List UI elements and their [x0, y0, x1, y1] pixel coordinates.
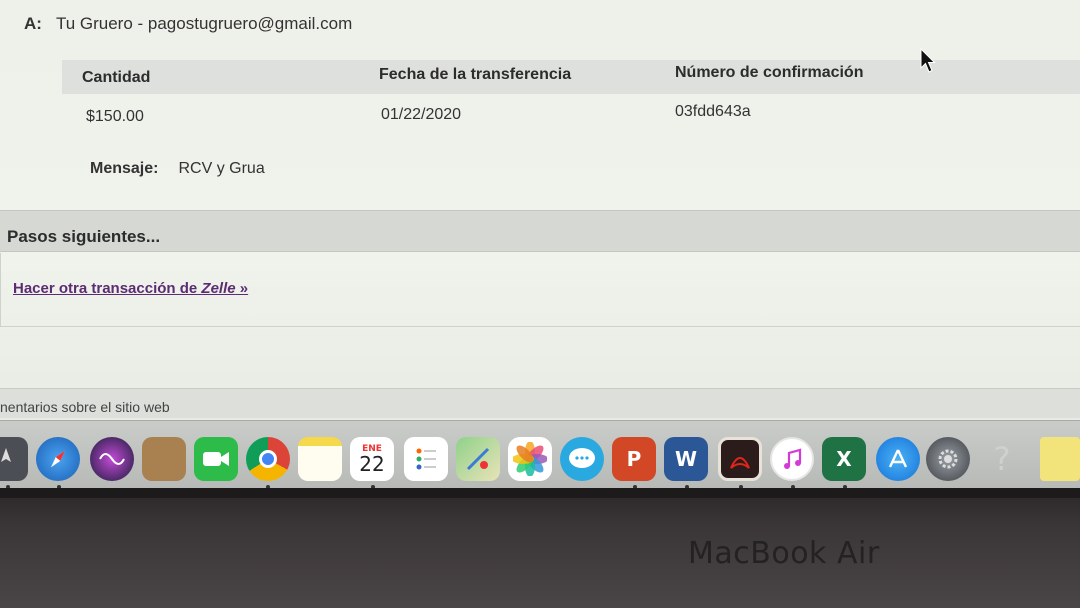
- message-line: Mensaje: RCV y Grua: [90, 160, 265, 178]
- acrobat-icon[interactable]: [718, 437, 762, 481]
- itunes-icon[interactable]: [770, 437, 814, 481]
- link-prefix: Hacer otra transacción de: [13, 280, 202, 297]
- link-suffix: »: [235, 280, 249, 297]
- screen-edge: [0, 488, 1080, 498]
- recipient-value: Tu Gruero - pagostugruero@gmail.com: [55, 14, 353, 33]
- header-date: Fecha de la transferencia: [379, 66, 572, 83]
- word-icon[interactable]: W: [664, 437, 708, 481]
- reminders-icon[interactable]: [404, 437, 448, 481]
- calendar-icon[interactable]: ENE 22: [350, 437, 394, 481]
- next-steps-title: Pasos siguientes...: [7, 227, 161, 246]
- stickies-icon[interactable]: [1040, 437, 1080, 481]
- message-value: RCV y Grua: [178, 160, 265, 177]
- app-store-icon[interactable]: [876, 437, 920, 481]
- feedback-link[interactable]: nentarios sobre el sitio web: [0, 399, 170, 415]
- amount-value: $150.00: [86, 108, 144, 125]
- next-steps-row: Hacer otra transacción de Zelle »: [0, 253, 1080, 327]
- macbook-air-label: MacBook Air: [688, 536, 880, 571]
- new-zelle-transaction-link[interactable]: Hacer otra transacción de Zelle »: [13, 280, 248, 297]
- footer-bar: nentarios sobre el sitio web: [0, 388, 1080, 418]
- chrome-center: [259, 450, 277, 468]
- recipient-label: A:: [24, 14, 42, 33]
- facetime-icon[interactable]: [194, 437, 238, 481]
- laptop-bezel: [0, 488, 1080, 608]
- recipient-line: A: Tu Gruero - pagostugruero@gmail.com: [24, 14, 352, 34]
- dock: ENE 22 P W X ?: [0, 420, 1080, 489]
- excel-icon[interactable]: X: [822, 437, 866, 481]
- next-steps-bar: Pasos siguientes...: [0, 210, 1080, 252]
- date-value: 01/22/2020: [381, 106, 462, 123]
- help-icon[interactable]: ?: [980, 437, 1024, 481]
- powerpoint-icon[interactable]: P: [612, 437, 656, 481]
- messages-icon[interactable]: [560, 437, 604, 481]
- notes-icon[interactable]: [298, 437, 342, 481]
- photos-icon[interactable]: [508, 437, 552, 481]
- notes-brown-icon[interactable]: [142, 437, 186, 481]
- message-label: Mensaje:: [90, 160, 159, 177]
- system-preferences-icon[interactable]: [926, 437, 970, 481]
- browser-content: A: Tu Gruero - pagostugruero@gmail.com Ca…: [0, 0, 1080, 430]
- chrome-icon[interactable]: [246, 437, 290, 481]
- link-brand: Zelle: [201, 280, 236, 297]
- maps-icon[interactable]: [456, 437, 500, 481]
- header-confirmation: Número de confirmación: [675, 64, 864, 81]
- confirmation-value: 03fdd643a: [675, 103, 751, 120]
- header-amount: Cantidad: [82, 69, 151, 86]
- safari-icon[interactable]: [36, 437, 80, 481]
- launchpad-icon[interactable]: [0, 437, 28, 481]
- calendar-day: 22: [359, 452, 385, 476]
- siri-icon[interactable]: [90, 437, 134, 481]
